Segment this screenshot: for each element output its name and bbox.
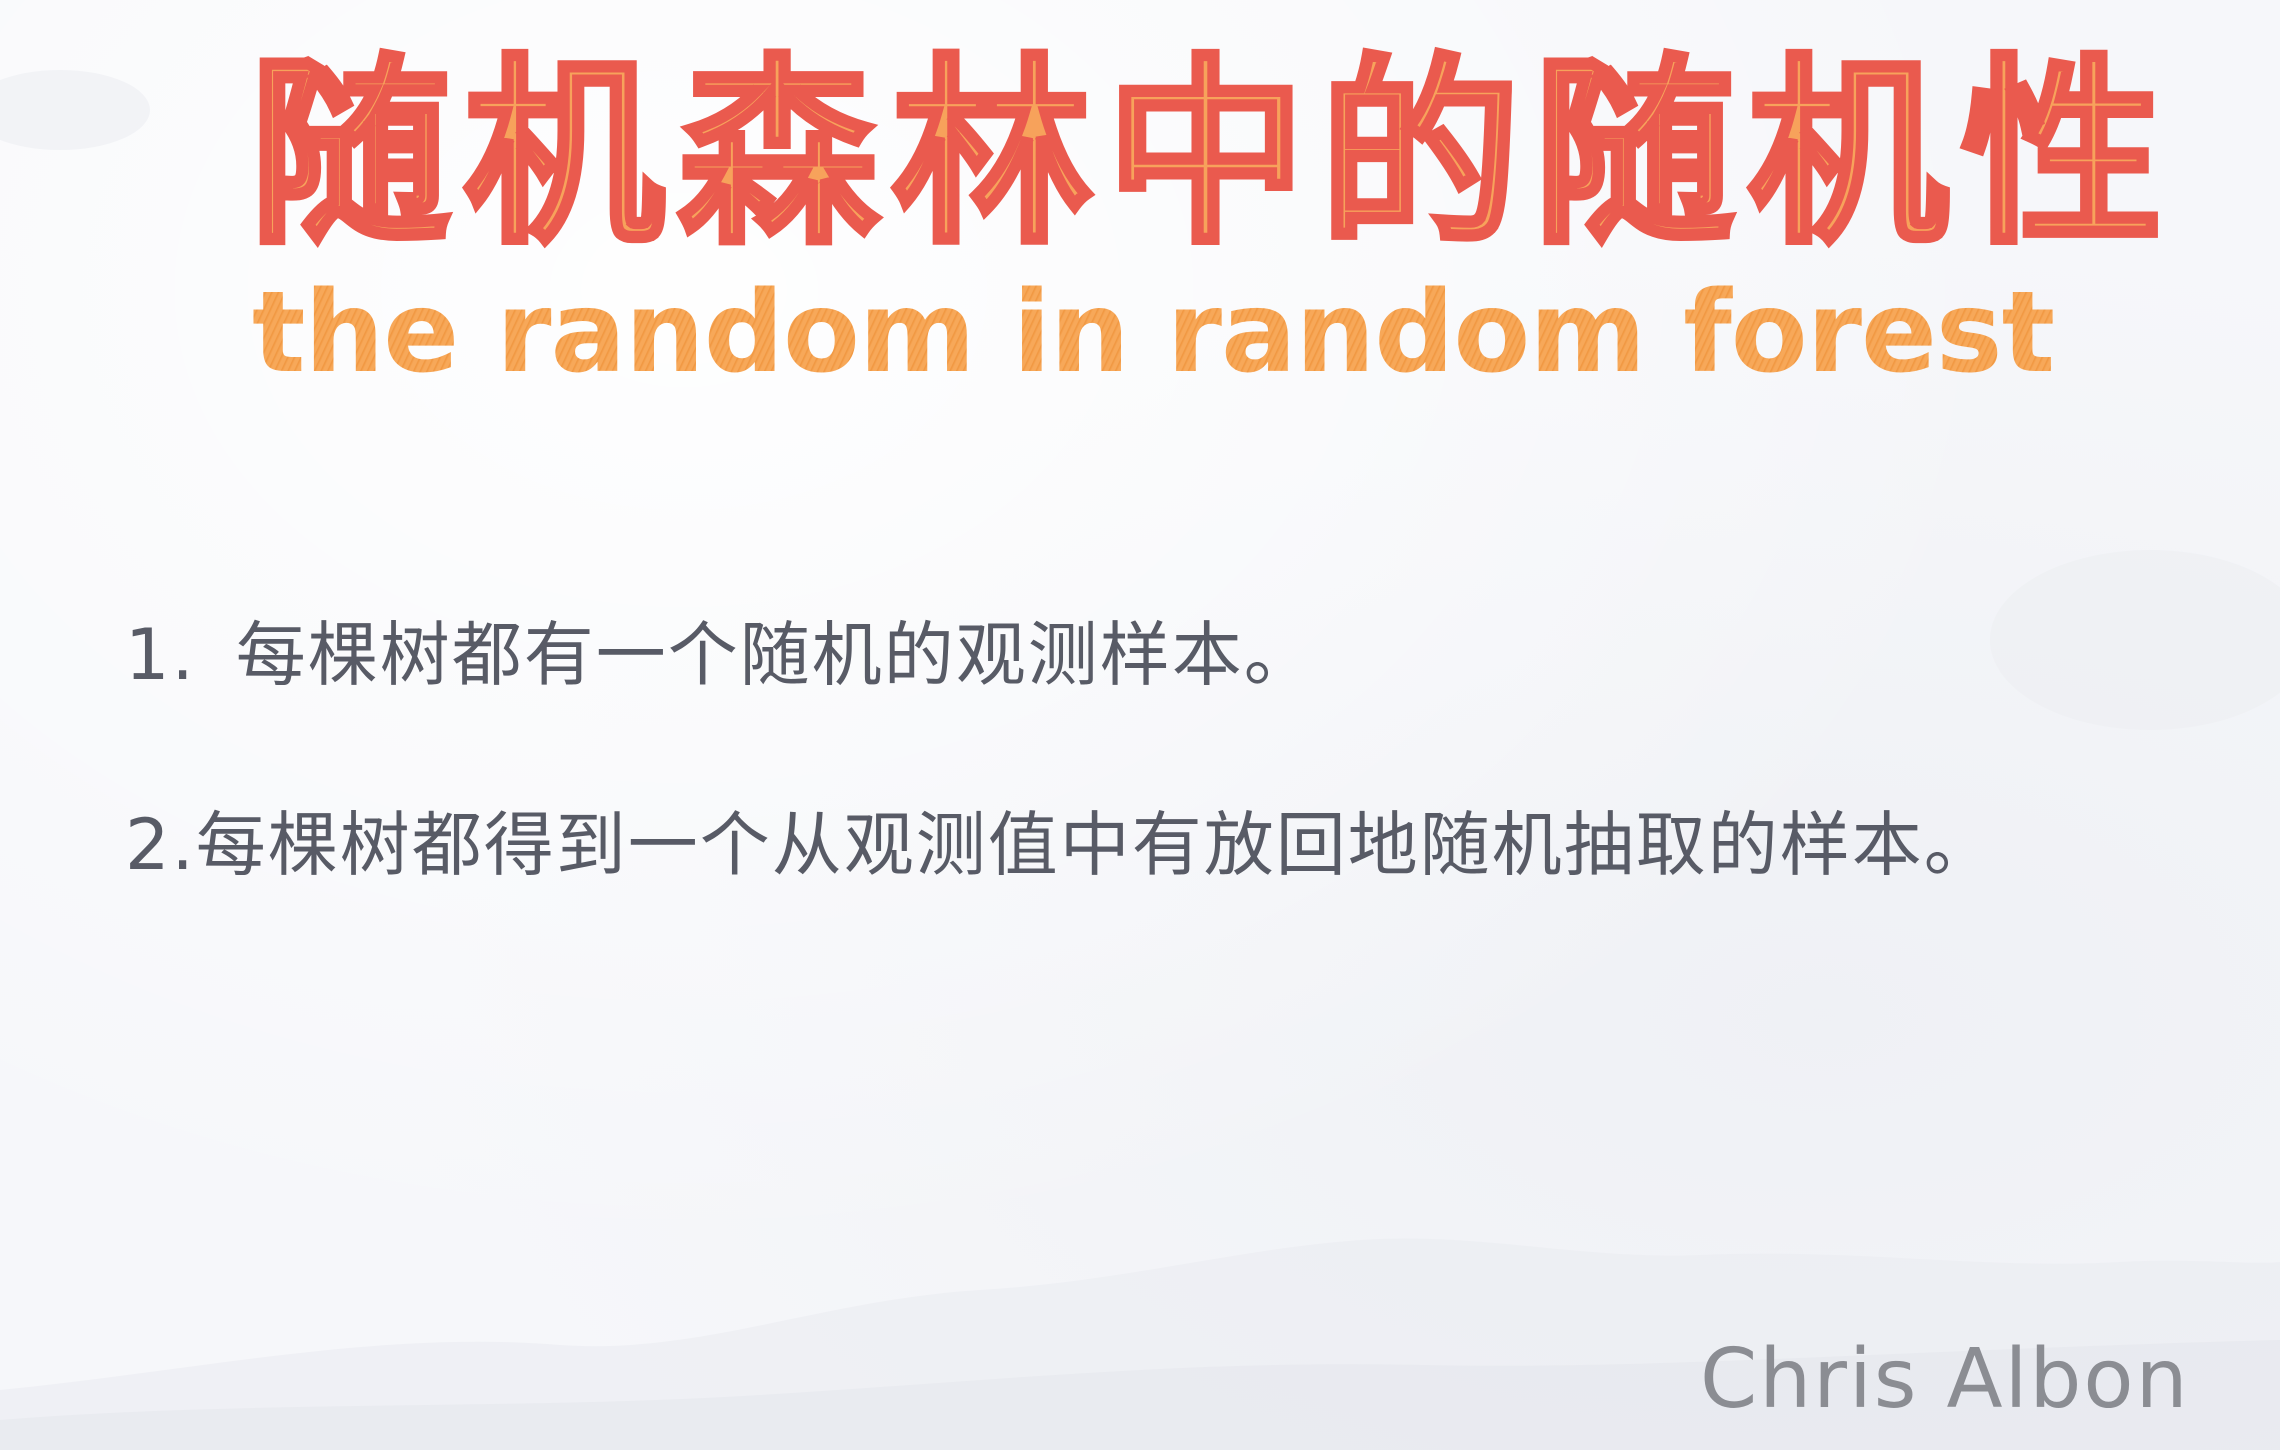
list-item: 2.每棵树都得到一个从观测值中有放回地随机抽取的样本。	[125, 800, 2185, 890]
page-title: 随机森林中的随机性	[247, 37, 2177, 273]
item-text: 每棵树都有一个随机的观测样本。	[235, 614, 1316, 696]
subtitle-text: the random in random forest	[252, 268, 2055, 398]
item-number: 2.	[125, 804, 196, 886]
page-subtitle: the random in random forest	[252, 268, 2055, 398]
list-item: 1. 每棵树都有一个随机的观测样本。	[125, 610, 2185, 700]
author-signature: Chris Albon	[1700, 1332, 2190, 1427]
item-text: 每棵树都得到一个从观测值中有放回地随机抽取的样本。	[195, 804, 1996, 886]
item-number: 1.	[125, 614, 196, 696]
